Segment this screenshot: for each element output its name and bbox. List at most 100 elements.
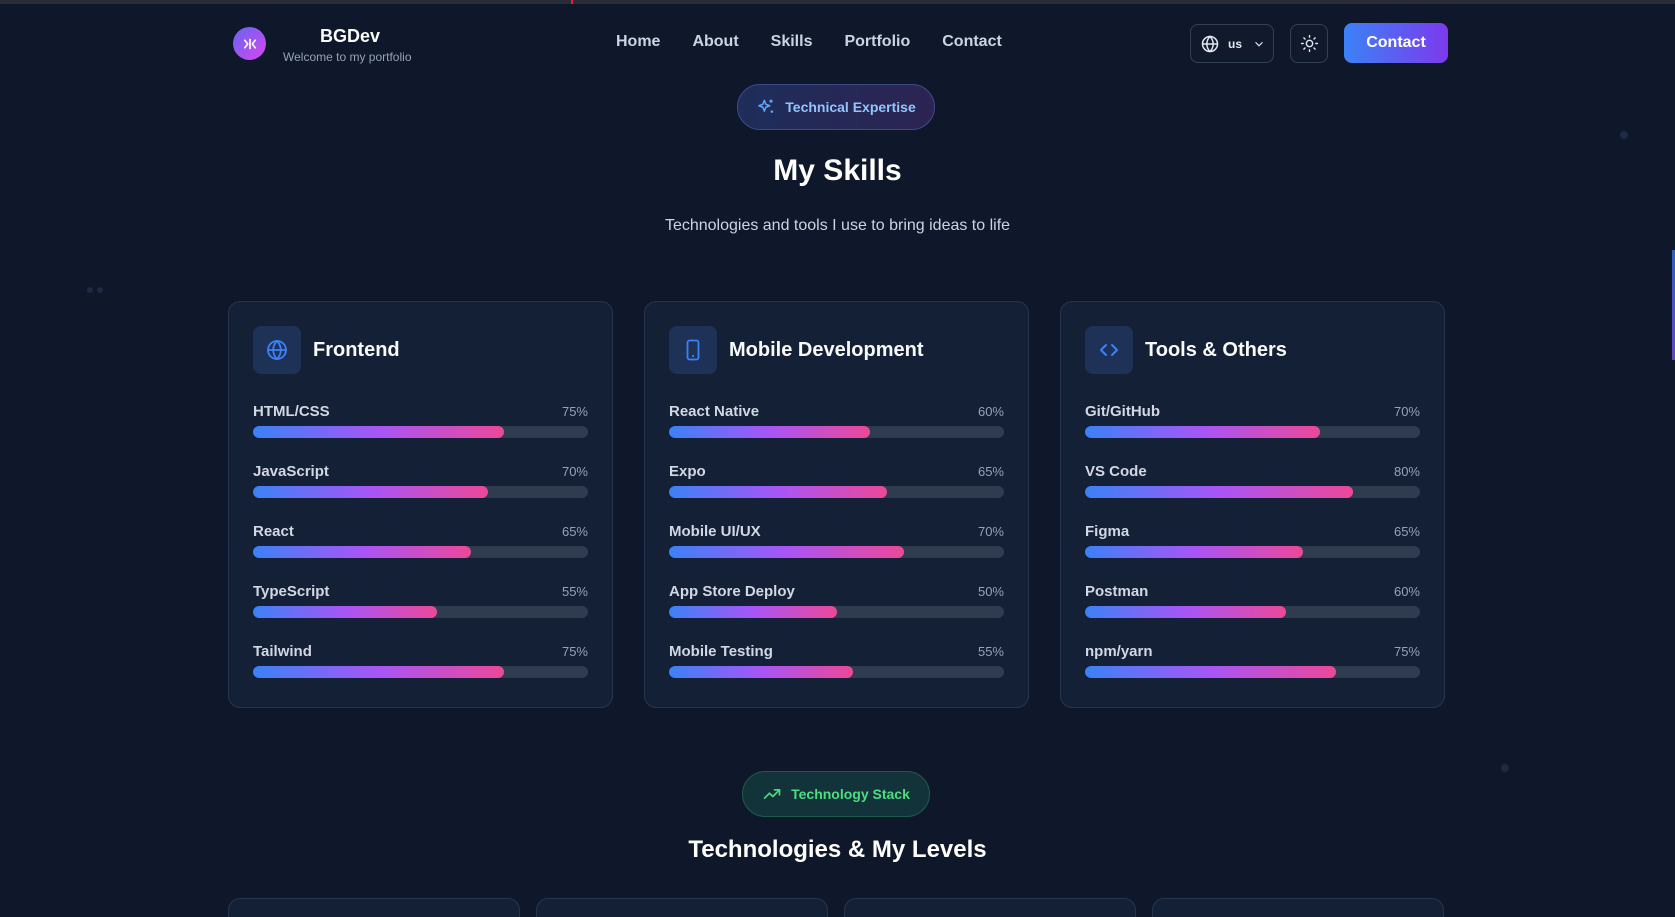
skill-name: Mobile Testing	[669, 643, 773, 660]
theme-toggle-button[interactable]	[1290, 24, 1328, 63]
skill-progress-fill	[253, 426, 505, 438]
skill-name: VS Code	[1085, 463, 1147, 480]
skill-percent: 80%	[1393, 464, 1420, 479]
skill-progress-bar	[1085, 666, 1420, 678]
skill-progress-fill	[669, 606, 837, 618]
skill-name: Git/GitHub	[1085, 403, 1160, 420]
skill-name: Expo	[669, 463, 706, 480]
skill-item: JavaScript 70%	[253, 462, 588, 502]
skill-item: Expo 65%	[669, 462, 1004, 502]
decor-dot	[1620, 131, 1628, 139]
section-title: My Skills	[773, 154, 902, 187]
skill-name: HTML/CSS	[253, 403, 330, 420]
logo[interactable]	[233, 27, 266, 60]
language-selector[interactable]: us	[1190, 24, 1274, 63]
logo-icon	[243, 38, 256, 49]
skill-name: React	[253, 523, 294, 540]
main-nav: Home About Skills Portfolio Contact	[616, 33, 1002, 51]
skill-progress-bar	[669, 606, 1004, 618]
skill-item: React 65%	[253, 522, 588, 562]
skill-progress-bar	[253, 486, 588, 498]
technology-card	[228, 898, 520, 917]
skill-progress-bar	[253, 546, 588, 558]
skill-progress-bar	[253, 426, 588, 438]
nav-link-portfolio[interactable]: Portfolio	[844, 33, 910, 51]
skill-percent: 55%	[561, 584, 588, 599]
decor-dot	[87, 287, 93, 293]
skill-progress-fill	[1085, 666, 1337, 678]
skill-card-mobile-development: Mobile Development React Native 60% Expo…	[644, 301, 1029, 708]
skill-percent: 55%	[977, 644, 1004, 659]
skill-percent: 65%	[561, 524, 588, 539]
skill-item: TypeScript 55%	[253, 582, 588, 622]
skill-progress-bar	[669, 426, 1004, 438]
chevron-down-icon	[1255, 41, 1263, 47]
nav-link-skills[interactable]: Skills	[771, 33, 813, 51]
card-icon-box	[253, 326, 301, 374]
card-header: Mobile Development	[669, 326, 923, 374]
card-icon-box	[1085, 326, 1133, 374]
badge-label: Technical Expertise	[785, 99, 916, 115]
skill-progress-fill	[1085, 546, 1303, 558]
decor-dot	[1501, 764, 1509, 772]
card-title: Mobile Development	[729, 338, 924, 361]
section-title: Technologies & My Levels	[688, 836, 987, 863]
skill-progress-bar	[253, 606, 588, 618]
section-subtitle: Technologies and tools I use to bring id…	[664, 217, 1011, 234]
skill-item: Mobile UI/UX 70%	[669, 522, 1004, 562]
skill-progress-fill	[669, 666, 854, 678]
skill-percent: 50%	[977, 584, 1004, 599]
skill-card-tools-others: Tools & Others Git/GitHub 70% VS Code 80…	[1060, 301, 1445, 708]
skill-name: React Native	[669, 403, 760, 420]
skill-percent: 75%	[561, 404, 588, 419]
skill-progress-bar	[1085, 486, 1420, 498]
skill-item: Figma 65%	[1085, 522, 1420, 562]
skill-percent: 70%	[1393, 404, 1420, 419]
trending-up-icon	[763, 789, 781, 799]
globe-icon	[1201, 34, 1219, 53]
skill-name: Figma	[1085, 523, 1130, 540]
navbar: BGDev Welcome to my portfolio Home About…	[0, 4, 1675, 84]
skill-percent: 70%	[561, 464, 588, 479]
skill-name: Mobile UI/UX	[669, 523, 761, 540]
skill-percent: 65%	[1393, 524, 1420, 539]
sparkles-icon	[758, 99, 774, 113]
nav-link-contact[interactable]: Contact	[942, 33, 1002, 51]
skill-item: Tailwind 75%	[253, 642, 588, 682]
technology-stack-badge: Technology Stack	[742, 771, 930, 817]
skill-progress-fill	[1085, 606, 1286, 618]
skill-progress-bar	[1085, 606, 1420, 618]
skill-progress-bar	[1085, 426, 1420, 438]
skill-name: TypeScript	[253, 583, 330, 600]
skill-progress-bar	[253, 666, 588, 678]
technology-card	[1152, 898, 1444, 917]
skill-progress-bar	[669, 546, 1004, 558]
skill-progress-fill	[1085, 486, 1353, 498]
skill-progress-bar	[669, 486, 1004, 498]
skill-name: App Store Deploy	[669, 583, 795, 600]
decor-dot	[97, 287, 103, 293]
card-icon-box	[669, 326, 717, 374]
card-title: Tools & Others	[1145, 338, 1287, 361]
skill-name: npm/yarn	[1085, 643, 1153, 660]
skill-item: React Native 60%	[669, 402, 1004, 442]
technical-expertise-badge: Technical Expertise	[737, 84, 935, 130]
nav-link-home[interactable]: Home	[616, 33, 660, 51]
contact-button[interactable]: Contact	[1344, 23, 1448, 63]
skill-progress-fill	[253, 486, 488, 498]
technology-card	[844, 898, 1136, 917]
skill-name: JavaScript	[253, 463, 329, 480]
skill-card-frontend: Frontend HTML/CSS 75% JavaScript 70% Rea…	[228, 301, 613, 708]
skill-item: Git/GitHub 70%	[1085, 402, 1420, 442]
nav-link-about[interactable]: About	[692, 33, 738, 51]
skill-percent: 60%	[1393, 584, 1420, 599]
skill-item: Mobile Testing 55%	[669, 642, 1004, 682]
code-icon	[1100, 344, 1118, 356]
skill-name: Tailwind	[253, 643, 312, 660]
skill-progress-fill	[1085, 426, 1320, 438]
skill-item: Postman 60%	[1085, 582, 1420, 622]
skill-percent: 70%	[977, 524, 1004, 539]
skill-item: HTML/CSS 75%	[253, 402, 588, 442]
skill-progress-fill	[253, 606, 438, 618]
skill-progress-fill	[669, 426, 870, 438]
